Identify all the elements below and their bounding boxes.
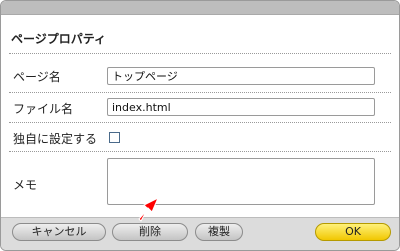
divider [9, 151, 391, 152]
red-arrow-icon [138, 196, 159, 222]
file-name-label: ファイル名 [13, 102, 74, 116]
cancel-button[interactable]: キャンセル [12, 223, 106, 241]
divider [9, 92, 391, 93]
custom-setting-checkbox[interactable] [109, 132, 120, 143]
page-name-label: ページ名 [13, 70, 61, 84]
ok-button[interactable]: OK [315, 223, 391, 241]
page-name-input[interactable] [107, 67, 375, 85]
memo-label: メモ [13, 178, 38, 192]
duplicate-button[interactable]: 複製 [195, 223, 243, 241]
file-name-input[interactable] [107, 98, 375, 116]
title-bar[interactable] [1, 1, 399, 15]
panel-title: ページプロパティ [11, 32, 107, 46]
delete-button[interactable]: 削除 [112, 223, 188, 241]
divider [9, 122, 391, 123]
custom-setting-label: 独自に設定する [13, 132, 98, 146]
page-properties-dialog: ページプロパティ ページ名 ファイル名 独自に設定する メモ キャンセル 削除 … [0, 0, 400, 251]
divider [9, 53, 391, 54]
